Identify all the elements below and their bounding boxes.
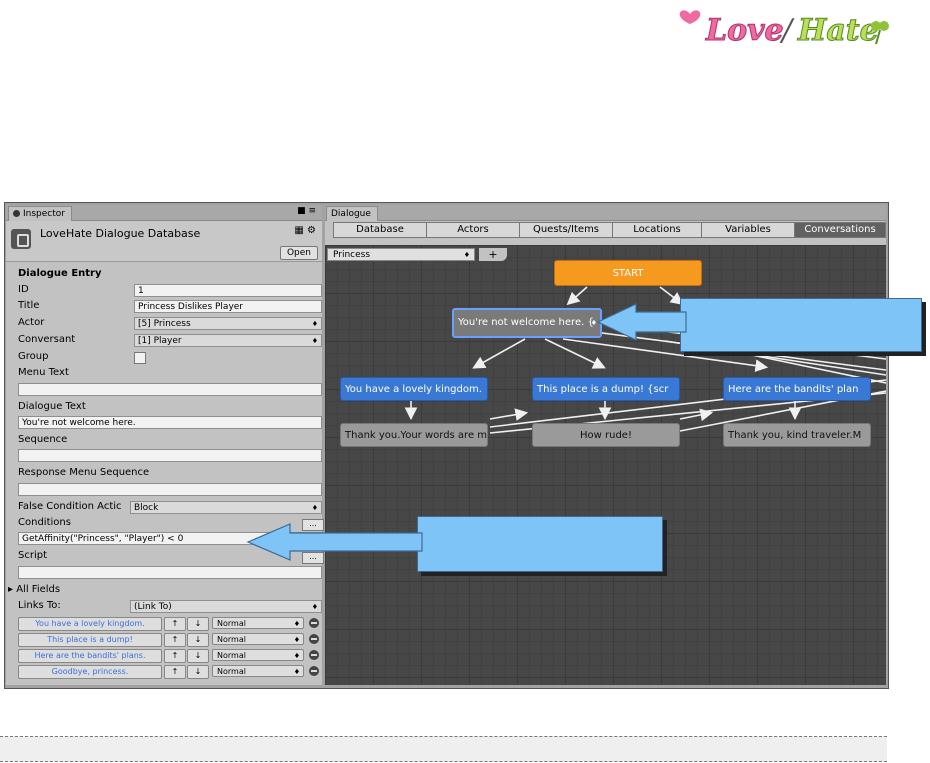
inspector-tab[interactable]: Inspector [8, 206, 72, 221]
links-to-select[interactable]: (Link To) [130, 600, 322, 613]
settings-gear-icon[interactable]: ▦ ⚙ [294, 225, 316, 236]
id-label: ID [18, 284, 29, 295]
link-item-goodbye[interactable]: Goodbye, princess. [18, 665, 162, 679]
move-down-button[interactable]: ↓ [187, 665, 209, 679]
priority-select[interactable]: Normal [212, 665, 304, 678]
node-thank-you[interactable]: Thank you.Your words are m [340, 423, 488, 447]
move-down-button[interactable]: ↓ [187, 633, 209, 647]
callout-arrow-conditions [246, 523, 423, 561]
move-up-button[interactable]: ↑ [164, 665, 186, 679]
start-node[interactable]: START [554, 260, 702, 286]
remove-link-icon[interactable] [309, 650, 319, 660]
node-welcome[interactable]: You're not welcome here. { [452, 308, 602, 338]
info-icon [13, 210, 20, 217]
actor-select[interactable]: [5] Princess [134, 317, 322, 330]
caption-bar [0, 736, 887, 762]
script-label: Script [18, 550, 48, 561]
false-condition-select[interactable]: Block [130, 501, 322, 514]
node-kind-traveler[interactable]: Thank you, kind traveler.M [723, 423, 871, 447]
callout-box-node [680, 298, 922, 352]
title-label: Title [18, 300, 40, 311]
node-bandits[interactable]: Here are the bandits' plan [723, 377, 871, 401]
move-up-button[interactable]: ↑ [164, 649, 186, 663]
all-fields-foldout[interactable]: ▸ All Fields [8, 583, 60, 597]
false-condition-label: False Condition Actic [18, 501, 122, 512]
move-down-button[interactable]: ↓ [187, 649, 209, 663]
menu-text-field[interactable] [18, 383, 322, 396]
dialogue-editor-panel: Dialogue Database Actors Quests/Items Lo… [325, 205, 886, 685]
title-field[interactable]: Princess Dislikes Player [134, 300, 322, 313]
node-dump[interactable]: This place is a dump! {scr [532, 377, 680, 401]
dialogue-text-label: Dialogue Text [18, 401, 86, 412]
remove-link-icon[interactable] [309, 618, 319, 628]
lock-icon[interactable]: ■ ≡ [297, 206, 316, 216]
inspector-tabbar: Inspector ■ ≡ [6, 205, 322, 221]
menu-text-label: Menu Text [18, 367, 69, 378]
inspector-header: LoveHate Dialogue Database ▦ ⚙ Open [6, 221, 322, 262]
response-menu-label: Response Menu Sequence [18, 467, 150, 478]
node-lovely-kingdom[interactable]: You have a lovely kingdom. [340, 377, 488, 401]
links-to-label: Links To: [18, 600, 61, 611]
id-field[interactable]: 1 [134, 284, 322, 297]
link-item-dump[interactable]: This place is a dump! [18, 633, 162, 647]
remove-link-icon[interactable] [309, 666, 319, 676]
conversant-select[interactable]: [1] Player [134, 334, 322, 347]
response-menu-field[interactable] [18, 483, 322, 496]
callout-box-conditions [417, 516, 663, 572]
priority-select[interactable]: Normal [212, 633, 304, 646]
move-up-button[interactable]: ↑ [164, 633, 186, 647]
sequence-label: Sequence [18, 434, 68, 445]
script-field[interactable] [18, 566, 322, 579]
love-hate-logo: Love / Hate [676, 6, 892, 50]
callout-arrow-node [596, 303, 687, 341]
conditions-label: Conditions [18, 517, 71, 528]
conversant-label: Conversant [18, 334, 76, 345]
link-item-lovely[interactable]: You have a lovely kingdom. [18, 617, 162, 631]
foldout-arrow-icon: ▸ [8, 584, 14, 595]
svg-text:Hate: Hate [797, 13, 879, 48]
move-down-button[interactable]: ↓ [187, 617, 209, 631]
svg-text:/: / [779, 13, 795, 48]
remove-link-icon[interactable] [309, 634, 319, 644]
priority-select[interactable]: Normal [212, 649, 304, 662]
dialogue-text-field[interactable]: You're not welcome here. [18, 416, 322, 429]
svg-text:Love: Love [705, 13, 784, 48]
group-label: Group [18, 351, 49, 362]
asset-title: LoveHate Dialogue Database [40, 227, 201, 240]
node-how-rude[interactable]: How rude! [532, 423, 680, 447]
actor-label: Actor [18, 317, 45, 328]
section-title: Dialogue Entry [18, 268, 102, 279]
group-checkbox[interactable] [134, 352, 146, 364]
open-button[interactable]: Open [280, 246, 318, 260]
move-up-button[interactable]: ↑ [164, 617, 186, 631]
inspector-panel: Inspector ■ ≡ LoveHate Dialogue Database… [6, 205, 324, 685]
priority-select[interactable]: Normal [212, 617, 304, 630]
link-item-bandits[interactable]: Here are the bandits' plans. [18, 649, 162, 663]
unity-asset-icon [11, 229, 31, 249]
sequence-field[interactable] [18, 449, 322, 462]
